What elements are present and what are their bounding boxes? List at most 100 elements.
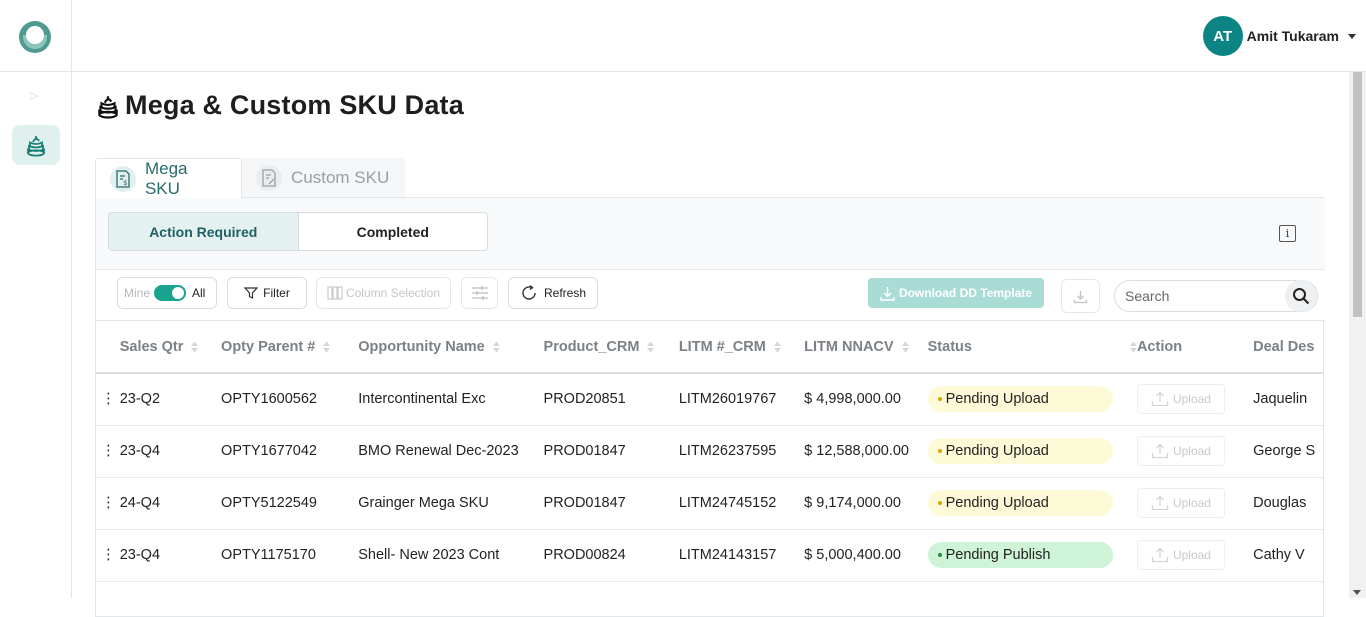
toggle-left-label: Mine — [124, 286, 151, 300]
cell-sales-qtr: 23-Q4 — [119, 425, 222, 478]
refresh-button[interactable]: Refresh — [508, 277, 598, 309]
tab-custom-sku[interactable]: Custom SKU — [242, 158, 405, 198]
cell-litm-crm: LITM26237595 — [678, 425, 805, 478]
coin-stack-icon — [98, 95, 118, 119]
page-title-text: Mega & Custom SKU Data — [125, 90, 464, 120]
cell-sales-qtr: 24-Q4 — [119, 477, 222, 530]
column-header[interactable]: LITM NNACV — [804, 322, 928, 374]
download-template-button[interactable]: Download DD Template — [868, 278, 1044, 308]
adjust-columns-button[interactable] — [461, 277, 498, 309]
filter-button[interactable]: Filter — [227, 277, 307, 309]
upload-icon — [1151, 547, 1169, 563]
cell-action: Upload — [1136, 425, 1254, 478]
cell-opportunity-name: Shell- New 2023 Cont — [358, 529, 544, 582]
page-scrollbar[interactable] — [1349, 72, 1366, 598]
toggle-switch[interactable] — [154, 285, 187, 301]
table-row[interactable]: ⋮ 23-Q4 OPTY1175170 Shell- New 2023 Cont… — [96, 529, 1323, 582]
column-header[interactable]: LITM #_CRM — [678, 322, 805, 374]
drag-header — [96, 322, 120, 374]
segment-action-required[interactable]: Action Required — [109, 213, 299, 250]
cell-litm-nnacv: $ 12,588,000.00 — [804, 425, 928, 478]
sidebar-item-sku-data[interactable] — [12, 125, 60, 165]
content-panel: Action Required Completed i Mine All Fil… — [95, 197, 1325, 617]
status-badge: Pending Upload — [927, 438, 1113, 464]
page-title: Mega & Custom SKU Data — [96, 90, 464, 121]
sort-icon — [191, 342, 198, 352]
sort-icon — [774, 342, 781, 352]
cell-product-crm: PROD01847 — [543, 425, 679, 478]
tab-bar: $ Mega SKU Custom SKU — [95, 158, 405, 198]
table-row[interactable]: ⋮ 23-Q2 OPTY1600562 Intercontinental Exc… — [96, 373, 1323, 426]
cell-litm-crm: LITM26019767 — [678, 373, 805, 426]
cell-litm-nnacv: $ 9,174,000.00 — [804, 477, 928, 530]
sort-icon — [323, 342, 330, 352]
tab-label: Mega SKU — [144, 158, 188, 198]
cell-opportunity-name: BMO Renewal Dec-2023 — [358, 425, 544, 478]
caret-down-icon[interactable] — [1348, 33, 1356, 39]
table-header-row: Sales Qtr Opty Parent # Opportunity Name… — [96, 322, 1323, 374]
download-button[interactable] — [1061, 279, 1100, 313]
status-badge: Pending Upload — [927, 490, 1113, 516]
cell-status: Pending Upload — [927, 477, 1137, 530]
info-icon[interactable]: i — [1279, 225, 1296, 242]
tab-label: Custom SKU — [291, 168, 390, 187]
sku-table: Sales Qtr Opty Parent # Opportunity Name… — [96, 322, 1323, 582]
column-header[interactable]: Status — [927, 322, 1137, 374]
coin-stack-icon — [27, 136, 45, 157]
cell-litm-crm: LITM24745152 — [678, 477, 805, 530]
cell-deal-desk: George S — [1253, 425, 1323, 478]
cell-deal-desk: Douglas — [1253, 477, 1323, 530]
column-header[interactable]: Sales Qtr — [119, 322, 222, 374]
cell-deal-desk: Cathy V — [1253, 529, 1323, 582]
sort-icon — [1130, 342, 1137, 352]
segment-completed[interactable]: Completed — [299, 213, 488, 250]
table-row[interactable]: ⋮ 23-Q4 OPTY1677042 BMO Renewal Dec-2023… — [96, 425, 1323, 478]
user-menu[interactable]: AT Amit Tukaram — [1202, 16, 1356, 56]
upload-button[interactable]: Upload — [1136, 488, 1225, 518]
cell-opty-parent: OPTY1175170 — [221, 529, 359, 582]
column-header[interactable]: Opportunity Name — [358, 322, 544, 374]
upload-icon — [1151, 391, 1169, 407]
scrollbar-thumb[interactable] — [1353, 72, 1362, 317]
column-header[interactable]: Product_CRM — [543, 322, 679, 374]
cell-opty-parent: OPTY1677042 — [221, 425, 359, 478]
column-selection-label: Column Selection — [345, 286, 441, 300]
table-row[interactable]: ⋮ 24-Q4 OPTY5122549 Grainger Mega SKU PR… — [96, 477, 1323, 530]
cell-action: Upload — [1136, 529, 1254, 582]
download-template-label: Download DD Template — [898, 286, 1033, 300]
cell-opty-parent: OPTY1600562 — [221, 373, 359, 426]
user-name[interactable]: Amit Tukaram — [1247, 28, 1339, 44]
cell-sales-qtr: 23-Q4 — [119, 529, 222, 582]
upload-icon — [1151, 495, 1169, 511]
drag-handle-icon[interactable]: ⋮ — [96, 425, 120, 478]
toggle-right-label: All — [192, 286, 206, 300]
drag-handle-icon[interactable]: ⋮ — [96, 373, 120, 426]
cell-status: Pending Upload — [927, 373, 1137, 426]
upload-button[interactable]: Upload — [1136, 384, 1225, 415]
expand-sidebar-icon[interactable]: ▷ — [30, 89, 38, 102]
upload-icon — [1151, 443, 1169, 459]
column-header[interactable]: Deal Des — [1253, 322, 1323, 374]
upload-button[interactable]: Upload — [1136, 540, 1225, 570]
sidebar: ▷ — [0, 72, 72, 598]
ring-logo-icon[interactable] — [19, 21, 51, 53]
cell-litm-nnacv: $ 5,000,400.00 — [804, 529, 928, 582]
segment-area: Action Required Completed i — [96, 198, 1325, 270]
download-icon — [1073, 290, 1088, 303]
filter-icon — [244, 287, 259, 299]
tab-mega-sku[interactable]: $ Mega SKU — [95, 158, 242, 198]
cell-product-crm: PROD00824 — [543, 529, 679, 582]
mine-all-toggle[interactable]: Mine All — [117, 277, 217, 309]
drag-handle-icon[interactable]: ⋮ — [96, 477, 120, 530]
search-input[interactable] — [1125, 288, 1275, 304]
upload-button[interactable]: Upload — [1136, 436, 1225, 466]
drag-handle-icon[interactable]: ⋮ — [96, 529, 120, 582]
avatar[interactable]: AT — [1202, 16, 1243, 56]
document-edit-icon — [256, 165, 282, 191]
column-selection-button[interactable]: Column Selection — [316, 277, 451, 309]
search-icon[interactable] — [1285, 280, 1317, 312]
scroll-down-icon[interactable] — [1353, 590, 1361, 595]
invoice-dollar-icon: $ — [110, 165, 136, 192]
column-header[interactable]: Opty Parent # — [221, 322, 359, 374]
logo-cell — [0, 0, 72, 72]
